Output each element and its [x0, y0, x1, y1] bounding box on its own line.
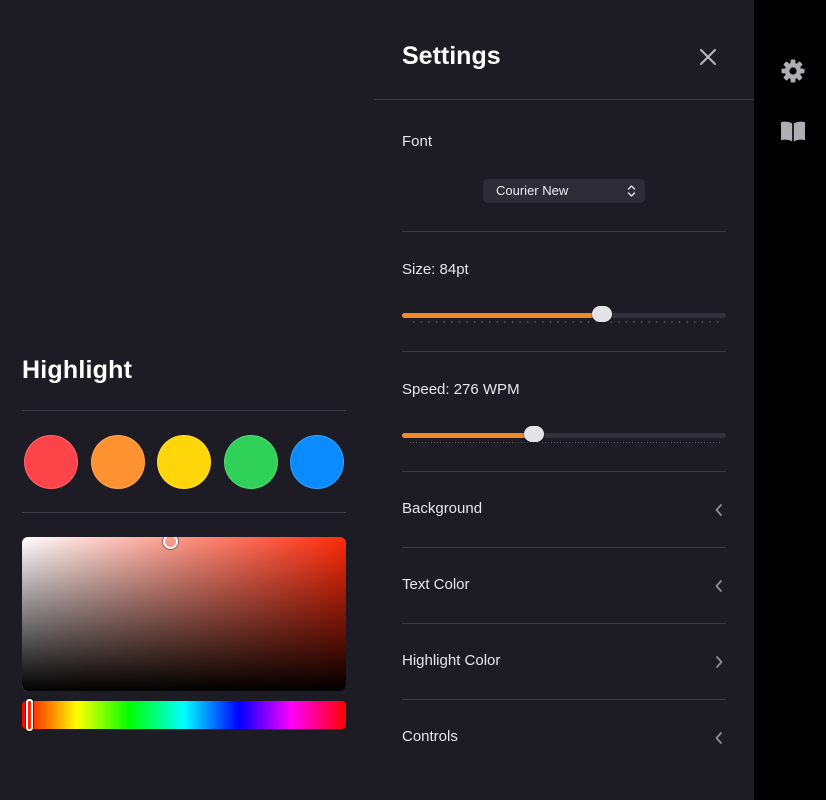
background-row[interactable]: Background: [402, 490, 726, 530]
row-label: Text Color: [402, 576, 470, 593]
book-icon: [781, 121, 805, 142]
settings-header-divider: [374, 99, 754, 100]
library-button[interactable]: [779, 117, 807, 145]
swatch-red[interactable]: [24, 435, 78, 489]
swatch-green[interactable]: [223, 435, 278, 489]
slider-ticks: [410, 321, 720, 323]
swatch-row: [24, 435, 344, 489]
speed-slider-thumb[interactable]: [523, 426, 544, 442]
highlight-title: Highlight: [22, 356, 133, 384]
close-icon: [700, 49, 716, 65]
size-label: Size: 84pt: [402, 261, 469, 278]
controls-row[interactable]: Controls: [402, 718, 726, 758]
highlight-divider-bottom: [22, 512, 346, 513]
chevron-right-icon: [716, 656, 723, 668]
row-label: Controls: [402, 728, 458, 745]
icon-sidebar: [754, 0, 826, 800]
select-arrows-icon: [627, 185, 636, 197]
gear-icon: [781, 59, 805, 83]
settings-title: Settings: [402, 42, 501, 70]
divider: [402, 699, 726, 700]
size-slider-thumb[interactable]: [591, 306, 612, 322]
settings-panel: Settings Font Courier New Size: 84pt Spe…: [374, 0, 754, 800]
divider: [402, 623, 726, 624]
chevron-left-icon: [715, 504, 722, 516]
settings-button[interactable]: [779, 57, 807, 85]
hue-slider[interactable]: [22, 699, 346, 731]
hue-slider-handle[interactable]: [26, 699, 34, 731]
slider-fill: [402, 313, 602, 318]
saturation-brightness-field[interactable]: [22, 537, 346, 691]
highlight-divider-top: [22, 410, 346, 411]
row-label: Highlight Color: [402, 652, 501, 669]
swatch-blue[interactable]: [290, 435, 344, 489]
font-select-value: Courier New: [496, 183, 569, 198]
slider-ticks: [410, 442, 720, 443]
highlight-color-row[interactable]: Highlight Color: [402, 642, 726, 682]
chevron-left-icon: [715, 580, 722, 592]
font-label: Font: [402, 133, 433, 150]
divider: [402, 351, 726, 352]
divider: [402, 231, 726, 232]
brightness-gradient: [22, 537, 346, 691]
divider: [402, 471, 726, 472]
swatch-orange[interactable]: [90, 435, 145, 489]
size-slider[interactable]: [402, 305, 726, 325]
swatch-yellow[interactable]: [157, 435, 211, 489]
font-select[interactable]: Courier New: [483, 179, 645, 203]
close-button[interactable]: [696, 45, 720, 69]
speed-label: Speed: 276 WPM: [402, 381, 520, 398]
speed-slider[interactable]: [402, 425, 726, 445]
slider-fill: [402, 433, 534, 438]
row-label: Background: [402, 500, 483, 517]
divider: [402, 547, 726, 548]
chevron-left-icon: [715, 732, 722, 744]
highlight-panel: Highlight: [0, 0, 374, 800]
text-color-row[interactable]: Text Color: [402, 566, 726, 606]
